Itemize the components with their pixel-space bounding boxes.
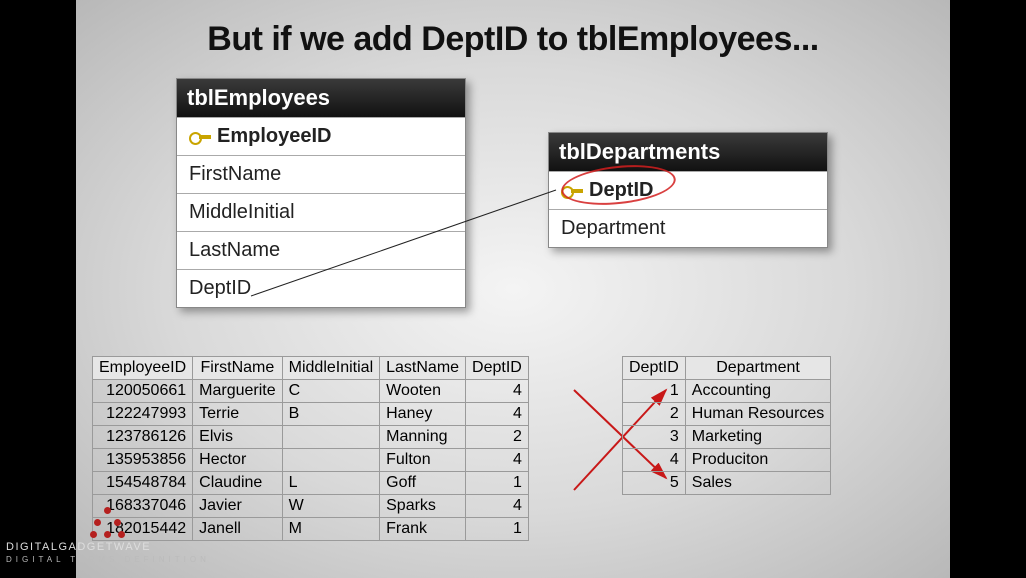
col-header: DeptID <box>466 357 529 380</box>
slide-title: But if we add DeptID to tblEmployees... <box>76 20 950 59</box>
table-row: 3Marketing <box>623 426 831 449</box>
logo-text: DIGITALGADGETWAVE <box>6 541 210 553</box>
schema-field: DeptID <box>177 269 465 307</box>
slide-canvas: But if we add DeptID to tblEmployees... … <box>76 0 950 578</box>
schema-table-employees: tblEmployees EmployeeID FirstName Middle… <box>176 78 466 308</box>
field-label: LastName <box>189 239 280 262</box>
table-row: 154548784ClaudineLGoff1 <box>93 472 529 495</box>
field-label: DeptID <box>189 277 251 300</box>
field-label: FirstName <box>189 163 281 186</box>
watermark-logo: DIGITALGADGETWAVE DIGITAL TERMS DEFINITI… <box>6 507 210 564</box>
schema-field: FirstName <box>177 155 465 193</box>
schema-header: tblDepartments <box>549 133 827 171</box>
field-label: MiddleInitial <box>189 201 295 224</box>
schema-header: tblEmployees <box>177 79 465 117</box>
table-row: 120050661MargueriteCWooten4 <box>93 380 529 403</box>
schema-field: EmployeeID <box>177 117 465 155</box>
field-label: EmployeeID <box>217 125 331 148</box>
table-row: 135953856HectorFulton4 <box>93 449 529 472</box>
key-icon <box>189 130 211 144</box>
table-row: 4Produciton <box>623 449 831 472</box>
field-label: Department <box>561 217 666 240</box>
table-row: 2Human Resources <box>623 403 831 426</box>
col-header: EmployeeID <box>93 357 193 380</box>
col-header: FirstName <box>193 357 282 380</box>
schema-field: LastName <box>177 231 465 269</box>
logo-icon <box>90 507 126 537</box>
table-row: 123786126ElvisManning2 <box>93 426 529 449</box>
table-row: 5Sales <box>623 472 831 495</box>
schema-field: MiddleInitial <box>177 193 465 231</box>
schema-field: Department <box>549 209 827 247</box>
logo-subtext: DIGITAL TERMS DEFINITION <box>6 555 210 564</box>
col-header: LastName <box>380 357 466 380</box>
col-header: Department <box>685 357 831 380</box>
table-row: 1Accounting <box>623 380 831 403</box>
col-header: DeptID <box>623 357 686 380</box>
table-row: 122247993TerrieBHaney4 <box>93 403 529 426</box>
department-data-table: DeptID Department 1Accounting 2Human Res… <box>622 356 831 495</box>
col-header: MiddleInitial <box>282 357 379 380</box>
